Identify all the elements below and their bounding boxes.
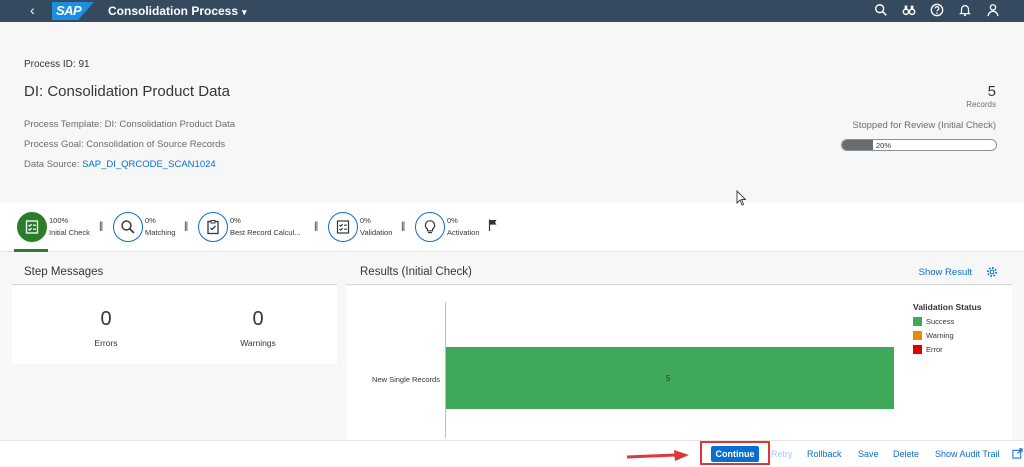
progress-indicator: 20% (841, 139, 997, 151)
data-source-link[interactable]: SAP_DI_QRCODE_SCAN1024 (82, 159, 216, 170)
step-separator: || (314, 221, 318, 232)
lightbulb-icon (415, 212, 445, 242)
step-percent: 0% (447, 216, 458, 225)
save-button[interactable]: Save (858, 449, 879, 459)
chart-category-label: New Single Records (372, 375, 440, 384)
process-steps: 100% Initial Check || 0% Matching || 0% … (0, 202, 1024, 252)
step-label: Activation (447, 228, 480, 237)
sap-logo: SAP (52, 2, 94, 20)
step-separator: || (184, 221, 188, 232)
record-count: 5 (987, 83, 996, 100)
app-title-menu[interactable]: Consolidation Process ▾ (108, 4, 247, 19)
page-title: DI: Consolidation Product Data (24, 83, 230, 100)
progress-text: 20% (876, 141, 892, 150)
data-source: Data Source: SAP_DI_QRCODE_SCAN1024 (24, 159, 216, 170)
step-percent: 0% (360, 216, 371, 225)
flag-icon (488, 219, 497, 231)
export-icon[interactable] (1012, 448, 1023, 459)
app-title: Consolidation Process (108, 4, 239, 18)
process-template: Process Template: DI: Consolidation Prod… (24, 119, 236, 130)
data-source-label: Data Source: (24, 159, 80, 170)
show-audit-trail-button[interactable]: Show Audit Trail (935, 449, 1000, 459)
continue-button[interactable]: Continue (711, 446, 759, 462)
step-label: Best Record Calcul... (230, 228, 301, 237)
magnifier-icon (113, 212, 143, 242)
step-label: Validation (360, 228, 393, 237)
legend-item-warning[interactable]: Warning (913, 331, 954, 340)
progress-fill (842, 140, 873, 150)
checklist-icon (17, 212, 47, 242)
user-icon[interactable] (986, 3, 1000, 19)
step-percent: 0% (145, 216, 156, 225)
mouse-cursor-icon (736, 190, 746, 206)
shell-actions (874, 3, 1000, 19)
bell-icon[interactable] (958, 3, 972, 19)
step-separator: || (401, 221, 405, 232)
show-result-link[interactable]: Show Result (919, 267, 972, 278)
binoculars-icon[interactable] (902, 3, 916, 19)
legend-label: Warning (926, 331, 954, 340)
divider (346, 284, 1012, 285)
warnings-label: Warnings (240, 338, 276, 348)
legend-swatch (913, 345, 922, 354)
delete-button[interactable]: Delete (893, 449, 919, 459)
warnings-count: 0 (252, 308, 264, 330)
legend-item-error[interactable]: Error (913, 345, 943, 354)
process-goal: Process Goal: Consolidation of Source Re… (24, 139, 226, 150)
legend-item-success[interactable]: Success (913, 317, 954, 326)
process-id: Process ID: 91 (24, 59, 90, 70)
process-status: Stopped for Review (Initial Check) (852, 120, 996, 131)
back-icon[interactable]: ‹ (30, 2, 35, 18)
legend-label: Success (926, 317, 955, 326)
clipboard-icon (198, 212, 228, 242)
search-icon[interactable] (874, 3, 888, 19)
checklist-icon (328, 212, 358, 242)
legend-swatch (913, 317, 922, 326)
step-separator: || (99, 221, 103, 232)
step-percent: 100% (49, 216, 69, 225)
logo-text: SAP (56, 3, 82, 18)
help-icon[interactable] (930, 3, 944, 19)
errors-label: Errors (94, 338, 118, 348)
record-label: Records (966, 100, 996, 109)
legend-label: Error (926, 345, 943, 354)
step-percent: 0% (230, 216, 241, 225)
step-label: Matching (145, 228, 176, 237)
rollback-button[interactable]: Rollback (807, 449, 842, 459)
step-messages-title: Step Messages (24, 266, 104, 278)
chevron-down-icon: ▾ (242, 7, 247, 17)
legend-swatch (913, 331, 922, 340)
arrow-annotation-icon (626, 450, 689, 461)
chart-data-label: 5 (666, 374, 671, 383)
retry-button[interactable]: Retry (771, 449, 793, 459)
step-label: Initial Check (49, 228, 90, 237)
legend-title: Validation Status (913, 302, 982, 312)
divider (12, 284, 337, 285)
results-title: Results (Initial Check) (360, 266, 472, 278)
errors-count: 0 (100, 308, 112, 330)
gear-icon[interactable] (986, 266, 998, 278)
shell-bar: ‹ SAP Consolidation Process ▾ (0, 0, 1024, 22)
content-area: Step Messages Results (Initial Check) Sh… (0, 252, 1024, 440)
object-header: Process ID: 91 DI: Consolidation Product… (0, 22, 1024, 202)
